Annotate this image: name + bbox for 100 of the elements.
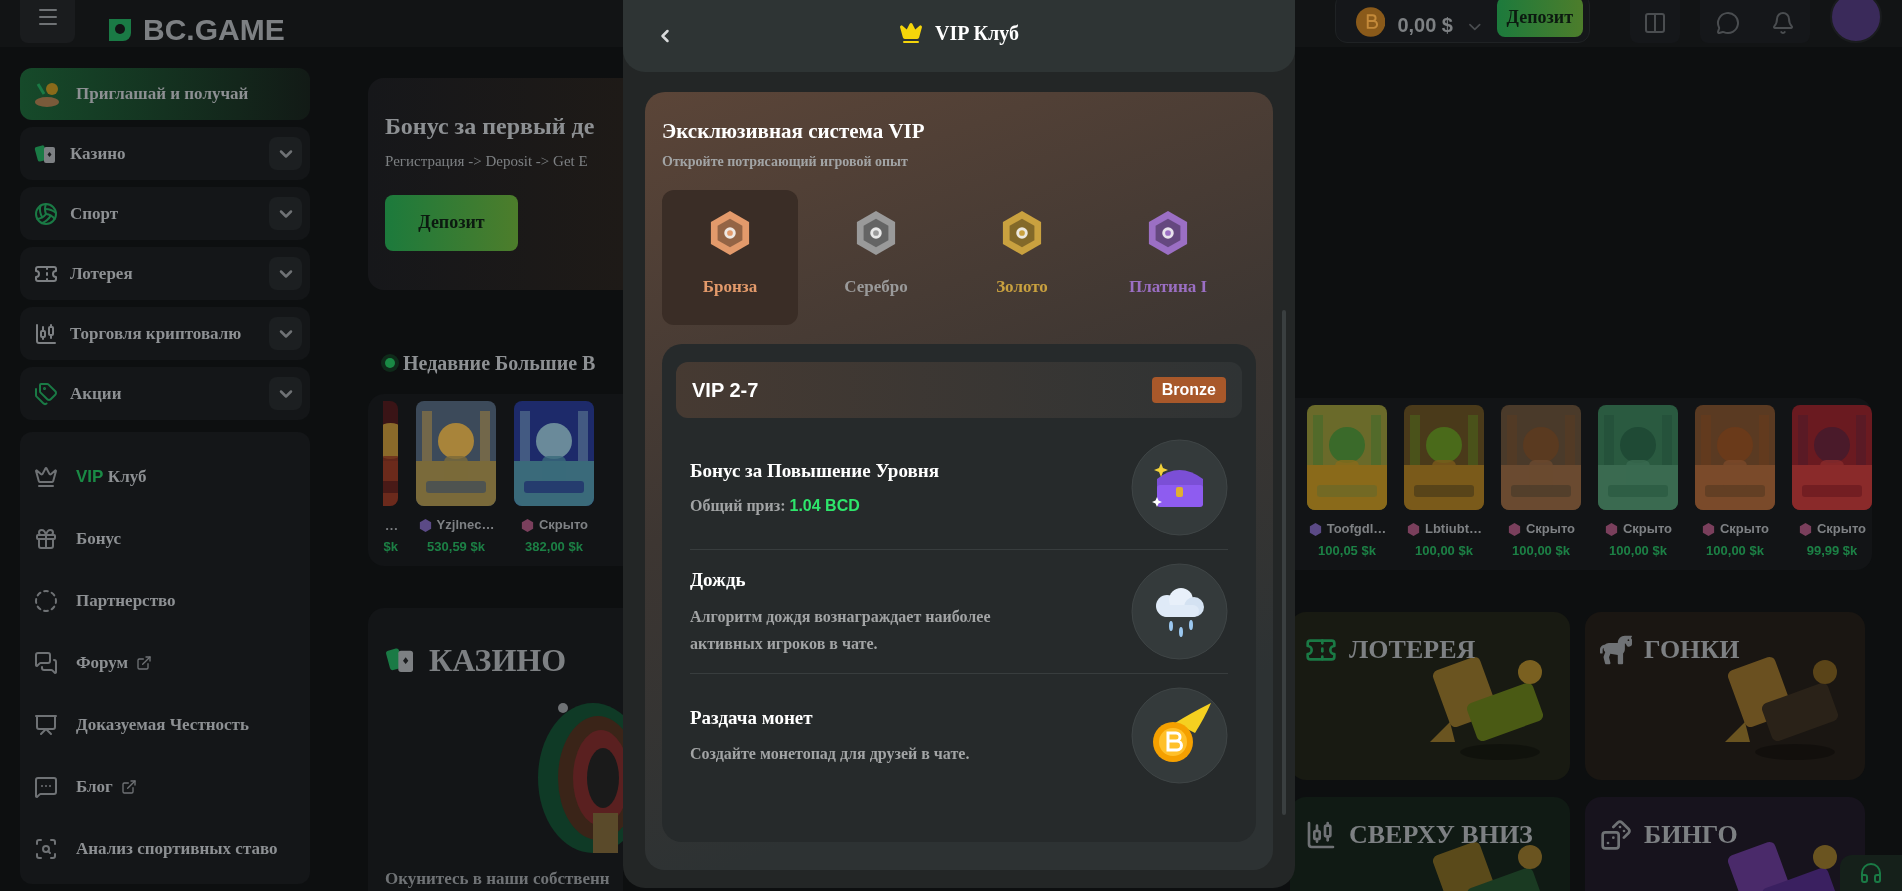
category-title: БИНГО [1644,819,1738,851]
player-name: Lbtiubt… [1424,520,1482,539]
expand-button[interactable] [269,257,302,290]
expand-button[interactable] [269,377,302,410]
chat-bubbles-icon [34,651,58,675]
category-label: Акции [70,382,122,405]
sidebar-link[interactable]: Доказуемая Честность [20,694,310,756]
player-name: Yzjlnec… [436,516,495,535]
player-name: Скрыто [538,516,589,535]
win-amount: $k [383,538,398,556]
player-name: Скрыто [1525,520,1576,539]
player-name: Скрыто [1816,520,1867,539]
category-label: Лотерея [70,262,133,285]
category-label: Спорт [70,202,119,225]
casino-description: Окунитесь в наши собственн [385,868,610,890]
win-amount: 100,00 $k [1609,542,1667,560]
expand-button[interactable] [269,197,302,230]
crown-icon [34,465,58,489]
ball-icon [34,201,58,226]
deposit-button[interactable]: Депозит [385,194,518,251]
presentation-icon [34,713,58,737]
hexagon-badge-icon [1147,210,1189,256]
section-title: Недавние Большие В [403,351,596,376]
dashed-circle-icon [34,589,58,613]
section-heading: Эксклюзивная система VIP [662,118,926,145]
win-amount: 100,00 $k [1512,542,1570,560]
support-button[interactable] [1840,855,1902,891]
hexagon-badge-icon [855,210,897,256]
crown-icon [899,21,924,45]
external-link-icon [136,655,153,671]
prize-text: Общий приз: 1.04 BCD [690,495,861,517]
expand-button[interactable] [269,317,302,350]
player-name: Скрыто [1622,520,1673,539]
sidebar-link[interactable]: Партнерство [20,570,310,632]
benefit-description: Создайте монетопад для друзей в чате. [690,744,971,765]
dice-icon [1600,818,1632,851]
columns-icon [1643,11,1667,35]
player-name: Toofgdl… [1326,520,1387,539]
sidebar-category[interactable]: Лотерея [20,247,310,300]
invite-banner[interactable]: Приглашай и получай [20,68,310,120]
section-subheading: Откройте потрясающий игровой опыт [662,153,909,171]
category-title: СВЕРХУ ВНИЗ [1349,819,1533,851]
tags-icon [34,381,58,406]
win-amount: 100,00 $k [1706,542,1764,560]
bitcoin-coin-icon [1131,687,1228,784]
tier-tab[interactable]: Золото [954,190,1090,325]
tier-tab[interactable]: Платина I [1100,190,1236,325]
win-amount: 100,05 $k [1318,542,1376,560]
benefit-title: Дождь [690,568,747,593]
hexagon-badge-icon [1001,210,1043,256]
sidebar-link[interactable]: Анализ спортивных ставо [20,818,310,880]
dialog-title: VIP Клуб [935,21,1019,47]
menu-button[interactable] [20,0,75,43]
category-label: Торговля криптовалю [70,322,242,345]
win-amount: 100,00 $k [1415,542,1473,560]
expand-button[interactable] [269,137,302,170]
sidebar-link[interactable]: VIP Клуб [20,446,310,508]
scan-search-icon [34,837,58,861]
message-icon [34,775,58,799]
game-category-card[interactable]: ГОНКИ [1585,612,1865,780]
sidebar-link[interactable]: Бонус [20,508,310,570]
benefit-title: Бонус за Повышение Уровня [690,459,940,484]
bell-icon[interactable] [1770,11,1795,35]
tier-tab[interactable]: Серебро [808,190,944,325]
player-name: Скрыто [1719,520,1770,539]
sidebar-link[interactable]: Блог [20,756,310,818]
layout-button[interactable] [1630,0,1680,43]
rain-cloud-icon [1131,563,1228,660]
tier-tab[interactable]: Бронза [662,190,798,325]
sidebar-category[interactable]: Торговля криптовалю [20,307,310,360]
sidebar-category[interactable]: Спорт [20,187,310,240]
headphones-icon [1859,861,1883,885]
win-amount: 530,59 $k [427,538,485,556]
hexagon-badge-icon [709,210,751,256]
game-category-card[interactable]: БИНГО [1585,797,1865,891]
banner-title: Бонус за первый де [385,112,596,141]
candlestick-icon [34,321,58,346]
sidebar-link[interactable]: Форум [20,632,310,694]
game-category-card[interactable]: СВЕРХУ ВНИЗ [1290,797,1570,891]
treasure-chest-icon [1131,439,1228,536]
deposit-button[interactable]: Депозит [1496,0,1583,37]
category-label: Казино [70,142,126,165]
external-link-icon [120,779,137,795]
chat-icon[interactable] [1715,11,1740,35]
category-title: КАЗИНО [429,641,567,680]
gift-icon [34,527,58,551]
banner-subtitle: Регистрация -> Deposit -> Get E [385,152,589,171]
benefit-title: Раздача монет [690,705,814,730]
vip-range: VIP 2-7 [692,378,759,403]
bitcoin-icon [1356,7,1386,37]
horse-icon [1600,633,1632,666]
win-amount: 382,00 $k [525,538,583,556]
player-name: … [385,517,398,534]
bronze-tag: Bronze [1151,377,1226,403]
casino-card[interactable]: КАЗИНО Окунитесь в наши собственн [368,608,623,891]
sidebar-category[interactable]: Акции [20,367,310,420]
win-amount: 99,99 $k [1806,542,1858,560]
benefit-description: Алгоритм дождя вознаграждает наиболее активных игроков в чате. [690,606,992,655]
sidebar-category[interactable]: Казино [20,127,310,180]
category-title: ЛОТЕРЕЯ [1349,634,1476,666]
